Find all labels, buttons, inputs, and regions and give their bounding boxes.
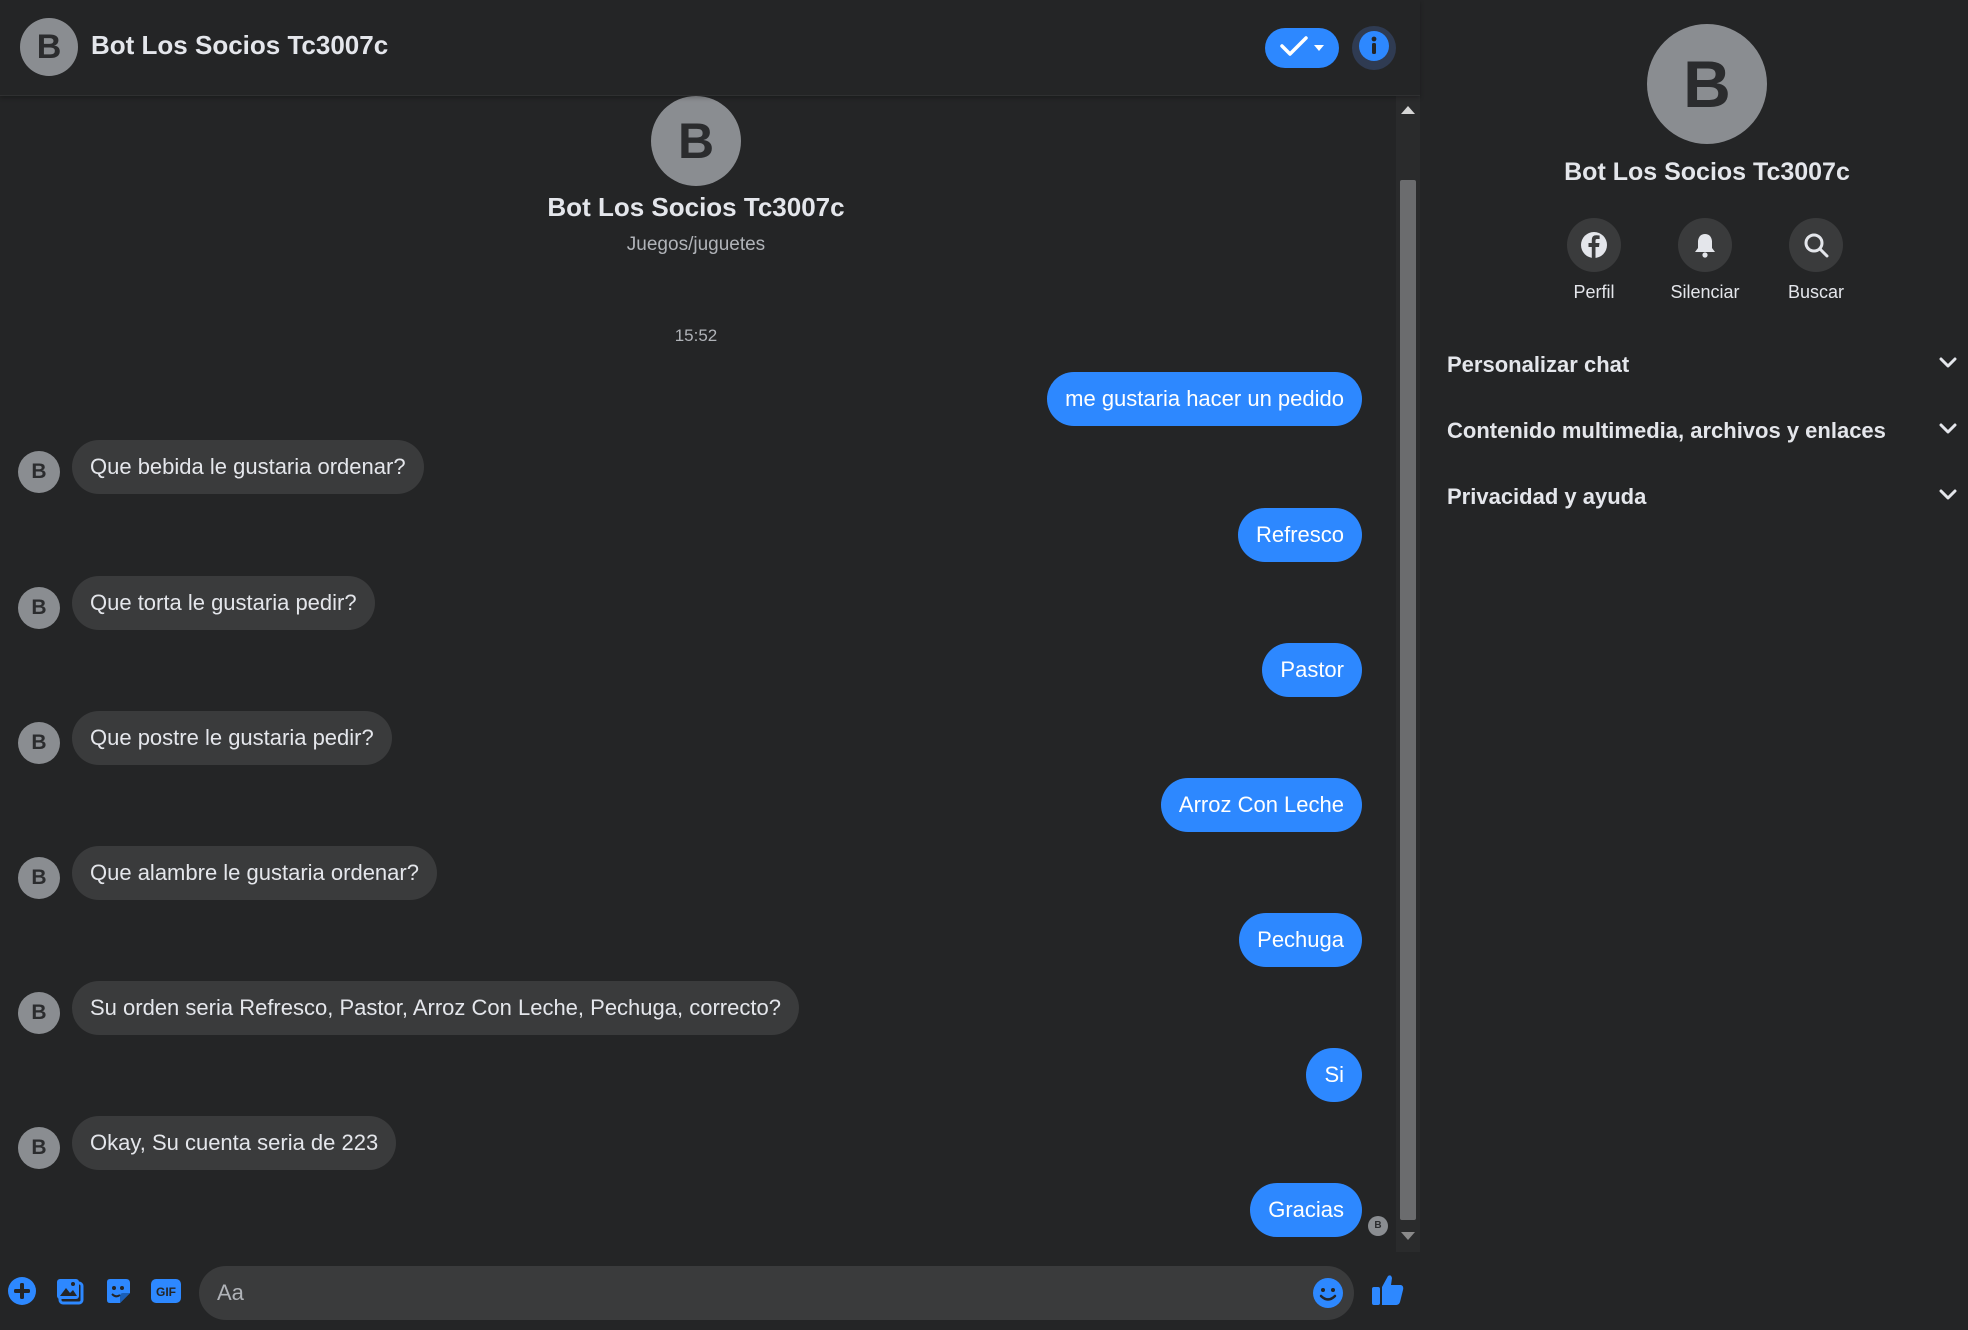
avatar[interactable]: B <box>18 857 60 899</box>
scroll-down-arrow-icon[interactable] <box>1401 1232 1415 1240</box>
messenger-app: B Bot Los Socios Tc3007c B Bot Los Socio… <box>0 0 1968 1330</box>
gif-icon[interactable]: GIF <box>149 1274 183 1308</box>
outgoing-message[interactable]: Arroz Con Leche <box>1160 778 1362 832</box>
intro-name[interactable]: Bot Los Socios Tc3007c <box>0 192 1392 223</box>
message-input-container <box>199 1266 1354 1320</box>
outgoing-message[interactable]: Pastor <box>1262 643 1362 697</box>
action-label: Silenciar <box>1670 282 1740 302</box>
intro-category: Juegos/juguetes <box>626 234 766 255</box>
avatar[interactable]: B <box>18 1127 60 1169</box>
chat-panel: B Bot Los Socios Tc3007c B Bot Los Socio… <box>0 0 1420 1330</box>
conversation-title[interactable]: Bot Los Socios Tc3007c <box>91 30 388 61</box>
chevron-down-icon <box>1939 422 1957 440</box>
chevron-down-icon <box>1314 39 1324 57</box>
avatar[interactable]: B <box>18 722 60 764</box>
bell-icon[interactable] <box>1678 218 1732 272</box>
action-label: Perfil <box>1573 282 1615 302</box>
outgoing-message[interactable]: Si <box>1306 1048 1362 1102</box>
sticker-icon[interactable] <box>101 1274 135 1308</box>
outgoing-message[interactable]: Pechuga <box>1239 913 1362 967</box>
chevron-down-icon <box>1939 488 1957 506</box>
message-thread[interactable]: B Bot Los Socios Tc3007c Juegos/juguetes… <box>0 96 1420 1252</box>
info-icon <box>1358 30 1390 67</box>
avatar[interactable]: B <box>18 587 60 629</box>
svg-text:GIF: GIF <box>156 1285 176 1299</box>
mute-action[interactable]: Silenciar <box>1650 218 1760 303</box>
outgoing-message[interactable]: me gustaria hacer un pedido <box>1047 372 1362 426</box>
avatar[interactable]: B <box>20 18 78 76</box>
scroll-up-arrow-icon[interactable] <box>1401 106 1415 114</box>
section-title: Contenido multimedia, archivos y enlaces <box>1447 418 1886 443</box>
incoming-message[interactable]: Que alambre le gustaria ordenar? <box>72 846 437 900</box>
mark-done-button[interactable] <box>1265 28 1339 68</box>
avatar[interactable]: B <box>18 992 60 1034</box>
outgoing-message[interactable]: Gracias <box>1250 1183 1362 1237</box>
scrollbar-thumb[interactable] <box>1400 180 1416 1220</box>
emoji-icon[interactable] <box>1311 1276 1345 1310</box>
message-composer: GIF <box>0 1252 1420 1330</box>
avatar[interactable]: B <box>1647 24 1767 144</box>
privacy-help-section[interactable]: Privacidad y ayuda <box>1447 470 1957 524</box>
like-icon[interactable] <box>1368 1270 1408 1310</box>
message-input[interactable] <box>217 1266 1267 1320</box>
profile-action[interactable]: Perfil <box>1539 218 1649 303</box>
avatar[interactable]: B <box>18 451 60 493</box>
search-icon[interactable] <box>1789 218 1843 272</box>
avatar[interactable]: B <box>651 96 741 186</box>
chevron-down-icon <box>1939 356 1957 374</box>
photo-icon[interactable] <box>53 1274 87 1308</box>
conversation-info-button[interactable] <box>1352 26 1396 70</box>
outgoing-message[interactable]: Refresco <box>1237 508 1362 562</box>
message-timestamp: 15:52 <box>674 326 718 345</box>
incoming-message[interactable]: Que postre le gustaria pedir? <box>72 711 392 765</box>
section-title: Privacidad y ayuda <box>1447 484 1647 509</box>
incoming-message[interactable]: Que torta le gustaria pedir? <box>72 576 375 630</box>
search-action[interactable]: Buscar <box>1761 218 1871 303</box>
facebook-icon[interactable] <box>1567 218 1621 272</box>
customize-chat-section[interactable]: Personalizar chat <box>1447 338 1957 392</box>
incoming-message[interactable]: Su orden seria Refresco, Pastor, Arroz C… <box>72 981 799 1035</box>
seen-indicator-avatar: B <box>1368 1216 1388 1236</box>
incoming-message[interactable]: Que bebida le gustaria ordenar? <box>72 440 424 494</box>
incoming-message[interactable]: Okay, Su cuenta seria de 223 <box>72 1116 397 1170</box>
checkmark-icon <box>1280 35 1308 62</box>
plus-icon[interactable] <box>5 1274 39 1308</box>
action-label: Buscar <box>1787 282 1845 302</box>
scrollbar[interactable] <box>1396 96 1420 1252</box>
info-panel-name[interactable]: Bot Los Socios Tc3007c <box>1421 158 1968 187</box>
chat-header: B Bot Los Socios Tc3007c <box>0 0 1420 96</box>
media-files-links-section[interactable]: Contenido multimedia, archivos y enlaces <box>1447 404 1957 458</box>
conversation-info-panel: B Bot Los Socios Tc3007c Perfil Silencia… <box>1421 0 1968 1330</box>
section-title: Personalizar chat <box>1447 352 1630 377</box>
